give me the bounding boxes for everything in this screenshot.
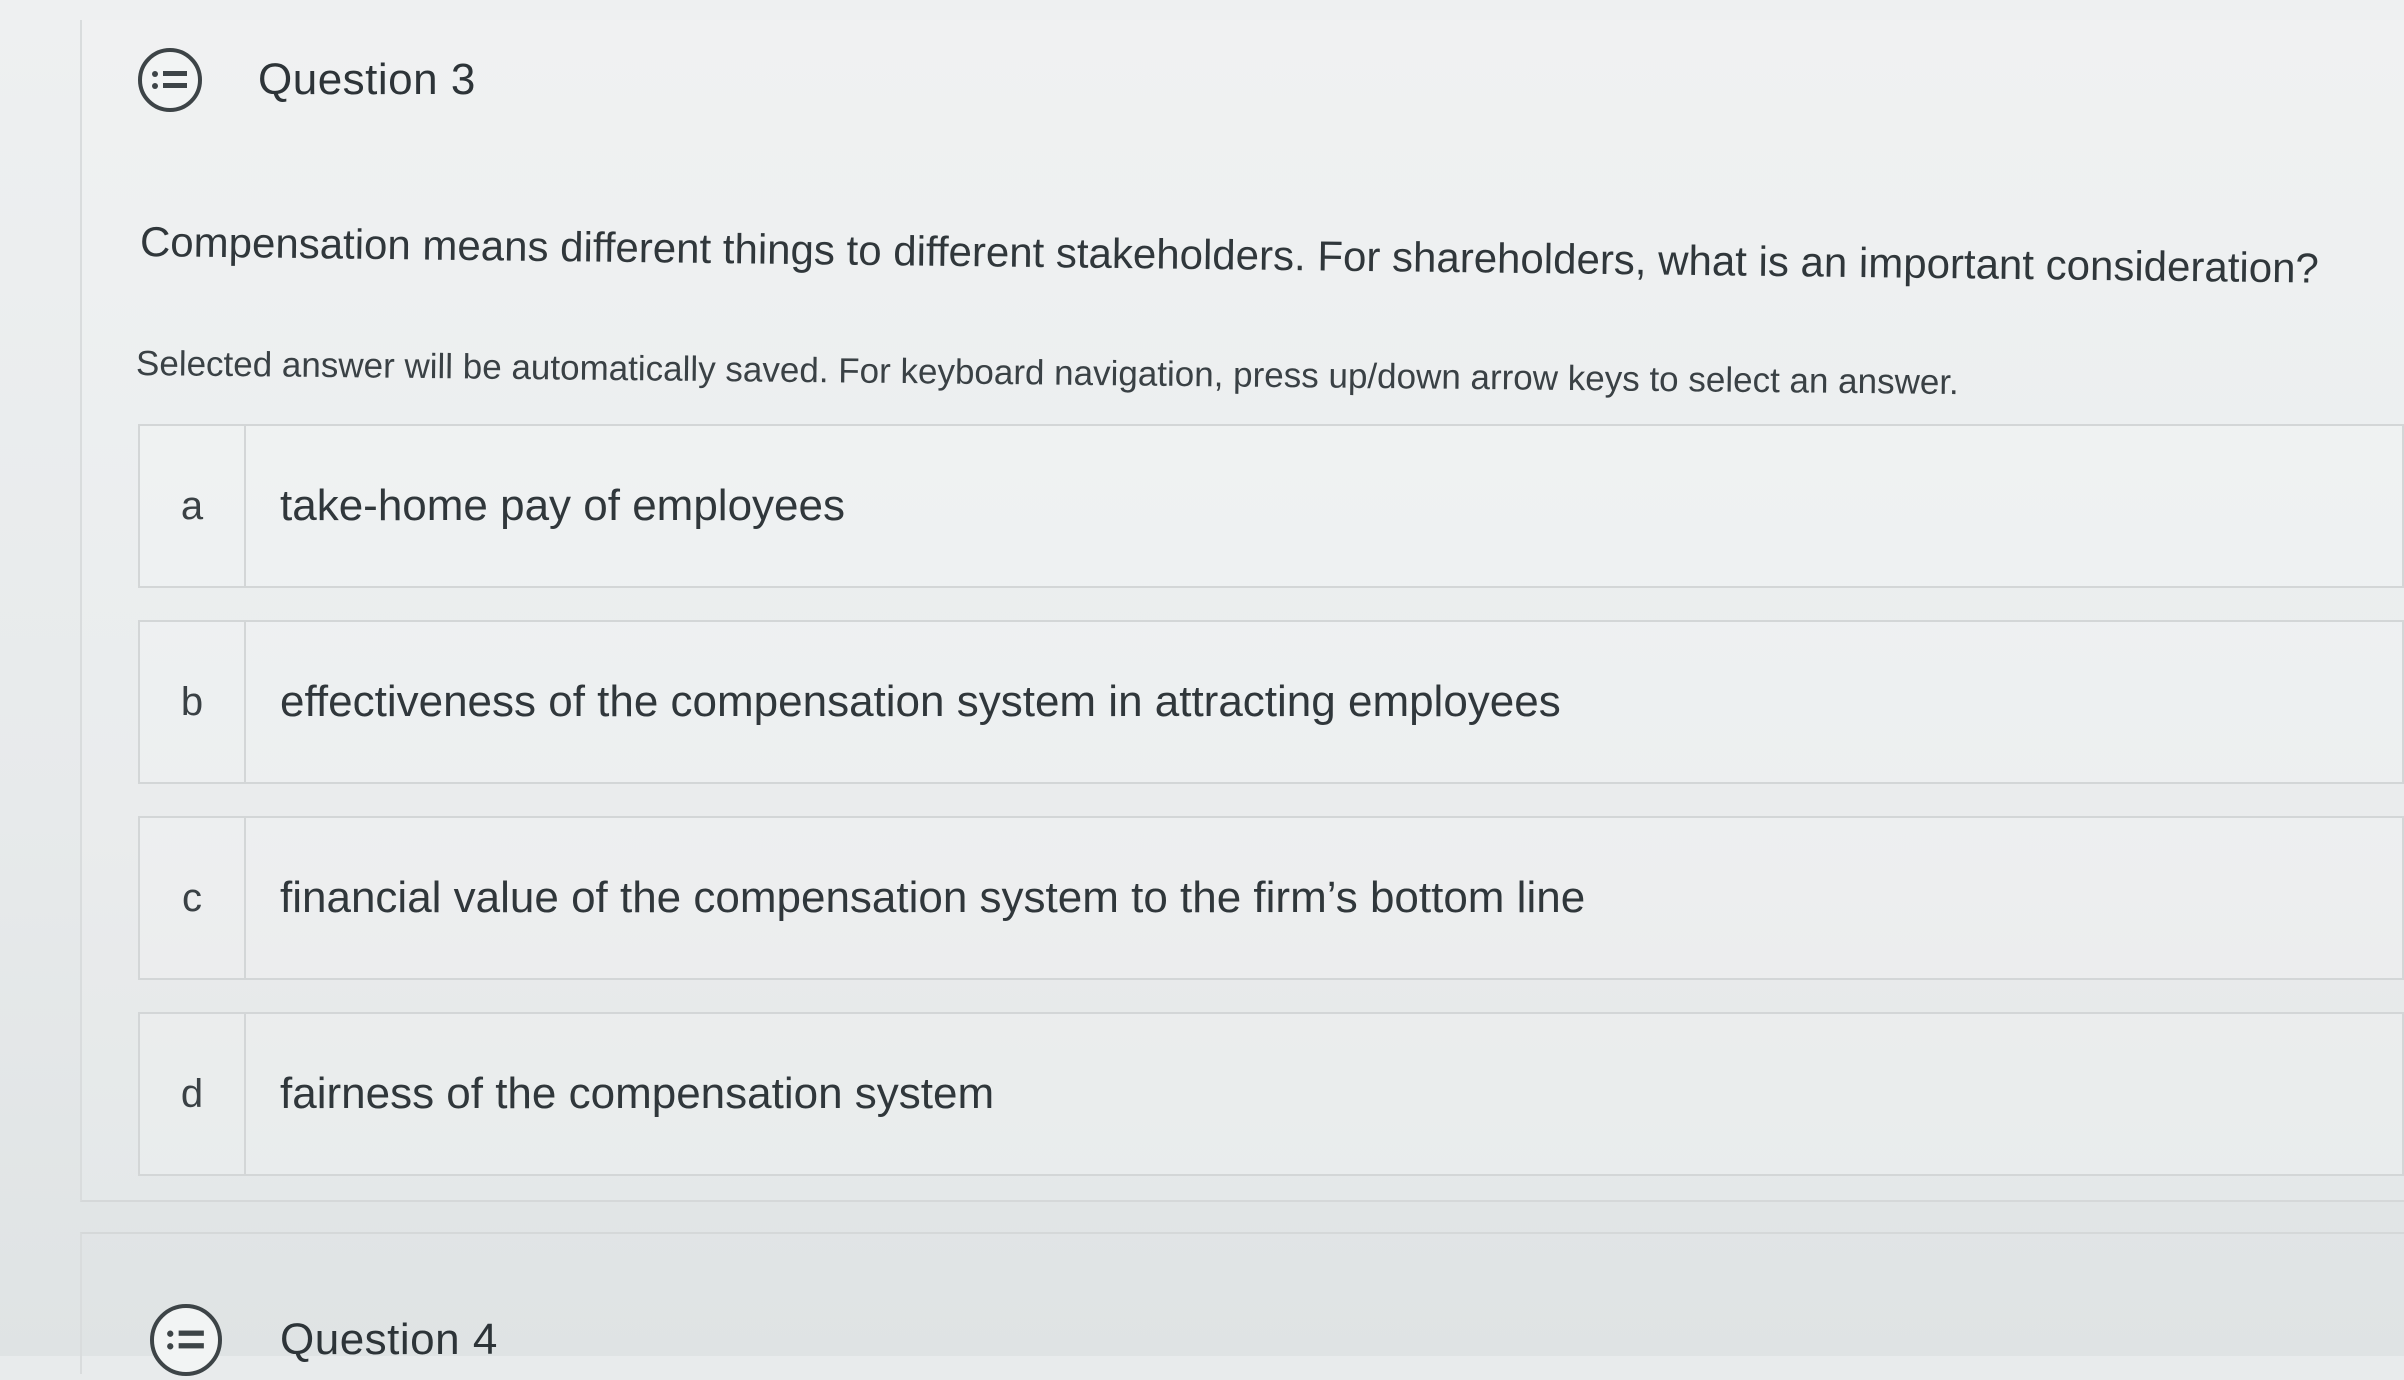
answer-option-d[interactable]: d fairness of the compensation system	[138, 1012, 2404, 1176]
answer-text: effectiveness of the compensation system…	[280, 677, 1561, 726]
answer-list: a take-home pay of employees b effective…	[138, 424, 2404, 1208]
answer-text: financial value of the compensation syst…	[280, 873, 1586, 922]
answer-option-b[interactable]: b effectiveness of the compensation syst…	[138, 620, 2404, 784]
answer-letter: b	[140, 622, 246, 782]
question-3-header: Question 3	[138, 40, 476, 120]
question-list-icon	[150, 1304, 222, 1376]
answer-letter: a	[140, 426, 246, 586]
answer-text: take-home pay of employees	[280, 481, 845, 530]
answer-text: fairness of the compensation system	[280, 1069, 995, 1118]
question-4-header: Question 4	[150, 1300, 498, 1380]
question-list-icon	[138, 48, 202, 112]
question-4-title: Question 4	[280, 1315, 498, 1364]
answer-option-c[interactable]: c financial value of the compensation sy…	[138, 816, 2404, 980]
answer-letter: d	[140, 1014, 246, 1174]
answer-letter: c	[140, 818, 246, 978]
question-3-title: Question 3	[258, 55, 476, 104]
answer-option-a[interactable]: a take-home pay of employees	[138, 424, 2404, 588]
